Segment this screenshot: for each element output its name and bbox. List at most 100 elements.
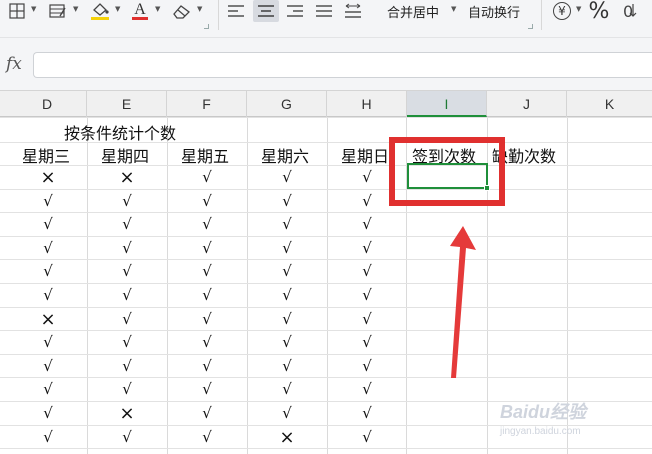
currency-dropdown-icon[interactable]: ▼ [576, 5, 581, 13]
mark-sat-row-7: √ [282, 309, 292, 328]
mark-thu-row-5: √ [122, 262, 132, 281]
merge-center-button[interactable]: 合并居中 [387, 2, 439, 21]
fill-color-bar [91, 17, 109, 20]
column-header-h[interactable]: H [327, 91, 407, 117]
font-color-letter: A [134, 1, 146, 18]
column-header-g[interactable]: G [247, 91, 327, 117]
mark-sat-row-12: × [279, 426, 295, 448]
mark-sat-row-9: √ [282, 356, 292, 375]
mark-sun-row-5: √ [362, 262, 372, 281]
mark-sat-row-5: √ [282, 262, 292, 281]
borders-icon[interactable] [8, 0, 26, 22]
mark-sun-row-12: √ [362, 427, 372, 446]
column-header-e[interactable]: E [87, 91, 167, 117]
mark-sun-row-11: √ [362, 404, 372, 422]
mark-thu-row-3: √ [122, 215, 132, 234]
header-sunday: 星期日 [341, 147, 390, 166]
mark-wed-row-5: √ [43, 262, 53, 281]
clear-format-dropdown-icon[interactable]: ▼ [197, 5, 202, 13]
align-center-icon[interactable] [256, 0, 276, 22]
merge-center-dropdown-icon[interactable]: ▼ [451, 5, 456, 13]
font-color-icon[interactable]: A [129, 0, 151, 22]
mark-fri-row-4: √ [202, 238, 212, 257]
wrap-text-button[interactable]: 自动换行 [468, 2, 520, 21]
mark-wed-row-10: √ [43, 380, 53, 399]
mark-sun-row-4: √ [362, 238, 372, 257]
cell-style-dropdown-icon[interactable]: ▼ [73, 5, 78, 13]
font-color-bar [132, 17, 148, 20]
mark-fri-row-7: √ [202, 309, 212, 328]
align-left-icon[interactable] [226, 0, 246, 22]
mark-sun-row-9: √ [362, 356, 372, 375]
column-header-row: D E F G H I J K [0, 90, 652, 117]
mark-wed-row-11: √ [43, 404, 53, 422]
mark-thu-row-4: √ [122, 238, 132, 257]
align-right-icon[interactable] [285, 0, 305, 22]
header-saturday: 星期六 [261, 147, 310, 166]
clear-format-icon[interactable] [170, 0, 194, 22]
mark-thu-row-8: √ [122, 333, 132, 352]
mark-wed-row-9: √ [43, 356, 53, 375]
justify-icon[interactable] [314, 0, 334, 22]
mark-sat-row-3: √ [282, 215, 292, 234]
annotation-highlight-box [389, 137, 505, 206]
mark-wed-row-2: √ [43, 191, 53, 210]
mark-wed-row-8: √ [43, 333, 53, 352]
mark-wed-row-3: √ [43, 215, 53, 234]
mark-sun-row-7: √ [362, 309, 372, 328]
mark-thu-row-12: √ [122, 427, 132, 446]
formula-input[interactable] [33, 52, 652, 78]
fill-color-dropdown-icon[interactable]: ▼ [115, 5, 120, 13]
thousands-separator-icon[interactable]: 0 [618, 0, 642, 22]
mark-thu-row-6: √ [122, 286, 132, 304]
cell-style-icon[interactable] [47, 0, 69, 22]
header-thursday: 星期四 [101, 147, 150, 166]
borders-dropdown-icon[interactable]: ▼ [31, 5, 36, 13]
mark-fri-row-8: √ [202, 333, 212, 352]
mark-fri-row-5: √ [202, 262, 212, 281]
mark-fri-row-3: √ [202, 215, 212, 234]
mark-fri-row-6: √ [202, 286, 212, 304]
mark-fri-row-2: √ [202, 191, 212, 210]
column-header-i[interactable]: I [407, 91, 487, 117]
mark-sat-row-4: √ [282, 238, 292, 257]
mark-wed-row-12: √ [43, 427, 53, 446]
mark-sat-row-10: √ [282, 380, 292, 399]
mark-fri-row-9: √ [202, 356, 212, 375]
mark-thu-row-11: × [119, 403, 135, 424]
mark-thu-row-7: √ [122, 309, 132, 328]
toolbar-separator [541, 0, 542, 30]
mark-sat-row-6: √ [282, 286, 292, 304]
mark-sat-row-2: √ [282, 191, 292, 210]
mark-wed-row-7: × [40, 308, 56, 330]
font-group-launcher-icon[interactable] [204, 24, 209, 29]
mark-thu-row-10: √ [122, 380, 132, 399]
mark-thu-row-2: √ [122, 191, 132, 210]
currency-format-icon[interactable]: ¥ [550, 0, 574, 22]
mark-fri-row-10: √ [202, 380, 212, 399]
header-friday: 星期五 [181, 147, 230, 166]
distributed-align-icon[interactable] [343, 0, 363, 22]
fx-label[interactable]: fx [6, 54, 22, 74]
table-title: 按条件统计个数 [64, 124, 177, 143]
alignment-group-launcher-icon[interactable] [528, 24, 533, 29]
column-header-f[interactable]: F [167, 91, 247, 117]
mark-sat-row-8: √ [282, 333, 292, 352]
mark-sat-row-1: √ [282, 168, 292, 186]
column-header-d[interactable]: D [8, 91, 87, 117]
mark-fri-row-11: √ [202, 404, 212, 422]
header-wednesday: 星期三 [22, 147, 71, 166]
formula-bar: fx [0, 38, 652, 90]
font-color-dropdown-icon[interactable]: ▼ [155, 5, 160, 13]
mark-wed-row-6: √ [43, 286, 53, 304]
mark-sat-row-11: √ [282, 404, 292, 422]
column-header-k[interactable]: K [567, 91, 652, 117]
mark-thu-row-9: √ [122, 356, 132, 375]
mark-wed-row-1: × [40, 167, 56, 188]
fill-color-icon[interactable] [88, 0, 112, 22]
mark-fri-row-1: √ [202, 168, 212, 186]
toolbar-separator [218, 0, 219, 30]
column-header-j[interactable]: J [487, 91, 567, 117]
mark-sun-row-10: √ [362, 380, 372, 399]
percent-format-icon[interactable]: % [587, 0, 611, 24]
